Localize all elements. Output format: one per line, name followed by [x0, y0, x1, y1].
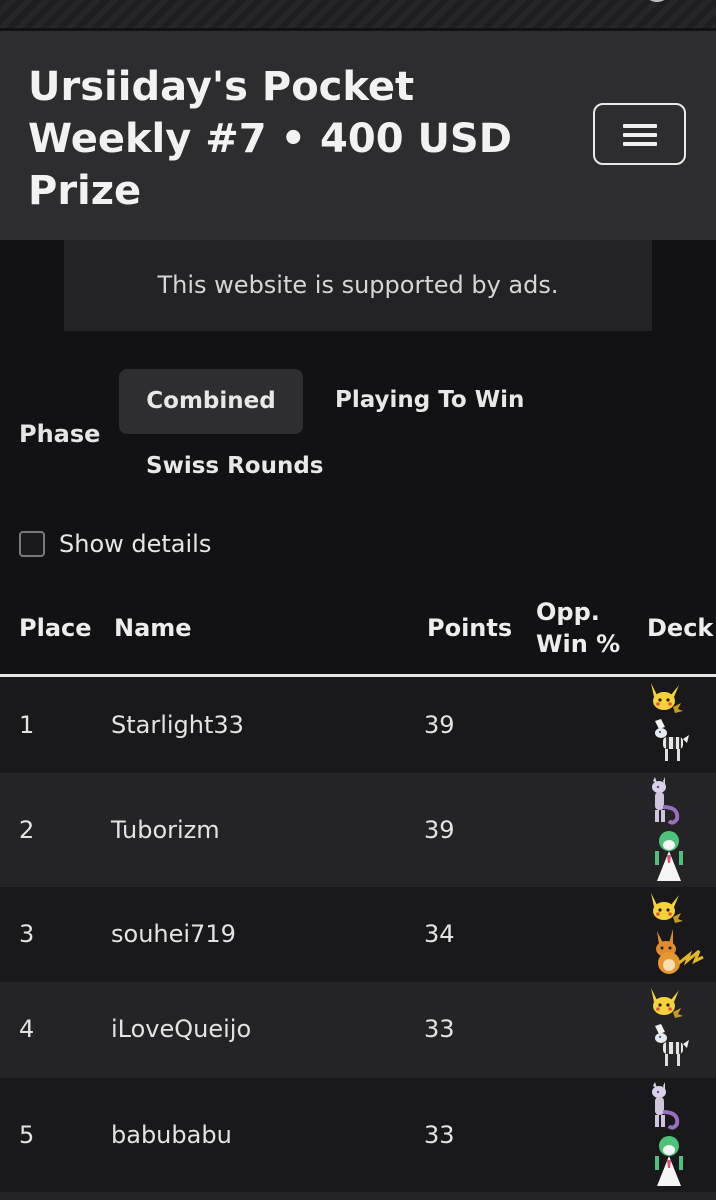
pikachu-icon: [651, 893, 683, 923]
table-row[interactable]: [0, 1192, 716, 1200]
deck-icons[interactable]: [641, 887, 716, 982]
site-header: Ursiiday's Pocket Weekly #7 • 400 USD Pr…: [0, 31, 716, 240]
deck-icons[interactable]: [641, 773, 716, 887]
header-deck[interactable]: Deck: [647, 614, 713, 642]
pikachu-icon: [651, 683, 683, 713]
top-status-strip: [0, 0, 716, 28]
points-cell: 39: [424, 816, 455, 844]
gardevoir-icon: [655, 1136, 683, 1186]
tab-playing-to-win[interactable]: Playing To Win: [335, 387, 524, 413]
show-details-label: Show details: [59, 530, 212, 558]
place-cell: 4: [19, 1015, 35, 1043]
place-cell: 2: [19, 816, 35, 844]
ad-notice: This website is supported by ads.: [64, 240, 652, 331]
show-details-toggle[interactable]: Show details: [19, 529, 211, 559]
header-points[interactable]: Points: [427, 614, 512, 642]
mewtwo-icon: [652, 777, 680, 825]
header-opp-win-line1[interactable]: Opp.: [536, 598, 600, 626]
ad-notice-text: This website is supported by ads.: [157, 271, 559, 299]
header-place[interactable]: Place: [19, 614, 92, 642]
table-row[interactable]: 4 iLoveQueijo 33: [0, 982, 716, 1078]
mewtwo-icon: [652, 1082, 680, 1130]
pikachu-icon: [651, 988, 683, 1018]
tab-combined[interactable]: Combined: [119, 369, 303, 434]
raichu-icon: [656, 929, 704, 974]
deck-icons[interactable]: [641, 677, 716, 773]
player-name-link[interactable]: Starlight33: [111, 711, 244, 739]
header-name[interactable]: Name: [114, 614, 192, 642]
menu-toggle-button[interactable]: [593, 103, 686, 165]
points-cell: 33: [424, 1015, 455, 1043]
zebstrika-icon: [655, 1024, 689, 1066]
place-cell: 5: [19, 1121, 35, 1149]
tab-swiss-rounds[interactable]: Swiss Rounds: [146, 453, 324, 479]
points-cell: 34: [424, 920, 455, 948]
place-cell: 1: [19, 711, 35, 739]
show-details-checkbox[interactable]: [19, 531, 45, 557]
hamburger-menu-icon: [623, 124, 657, 146]
points-cell: 33: [424, 1121, 455, 1149]
table-row[interactable]: 1 Starlight33 39: [0, 677, 716, 773]
gardevoir-icon: [655, 831, 683, 881]
player-name-link[interactable]: Tuborizm: [111, 816, 220, 844]
status-indicator-icon: [646, 0, 668, 2]
place-cell: 3: [19, 920, 35, 948]
table-row[interactable]: 5 babubabu 33: [0, 1078, 716, 1192]
page-title: Ursiiday's Pocket Weekly #7 • 400 USD Pr…: [28, 64, 512, 214]
player-name-link[interactable]: babubabu: [111, 1121, 232, 1149]
zebstrika-icon: [655, 719, 689, 761]
deck-icons[interactable]: [641, 1078, 716, 1192]
phase-label: Phase: [19, 420, 101, 448]
table-row[interactable]: 3 souhei719 34: [0, 887, 716, 982]
table-row[interactable]: 2 Tuborizm 39: [0, 773, 716, 887]
player-name-link[interactable]: souhei719: [111, 920, 236, 948]
points-cell: 39: [424, 711, 455, 739]
header-opp-win-line2[interactable]: Win %: [536, 630, 620, 658]
deck-icons[interactable]: [641, 982, 716, 1078]
player-name-link[interactable]: iLoveQueijo: [111, 1015, 251, 1043]
